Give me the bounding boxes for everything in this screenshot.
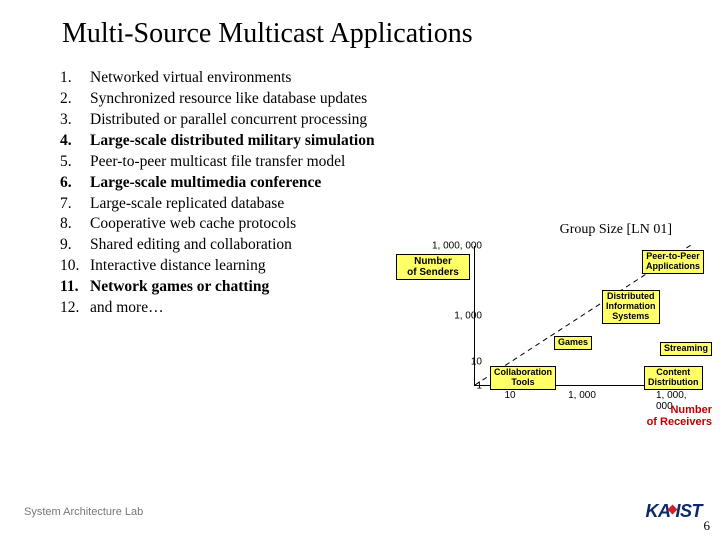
list-item-text: Cooperative web cache protocols	[90, 214, 296, 235]
list-item-number: 1.	[60, 68, 90, 89]
region-p2p: Peer-to-PeerApplications	[642, 250, 704, 274]
page-number: 6	[704, 518, 711, 534]
xtick: 10	[504, 390, 515, 401]
list-item-number: 4.	[60, 131, 90, 152]
list-item: 3.Distributed or parallel concurrent pro…	[60, 110, 720, 131]
ytick: 10	[471, 357, 482, 368]
list-item-number: 12.	[60, 298, 90, 319]
list-item-number: 8.	[60, 214, 90, 235]
list-item-number: 7.	[60, 194, 90, 215]
list-item: 4.Large-scale distributed military simul…	[60, 131, 720, 152]
list-item-text: Networked virtual environments	[90, 68, 291, 89]
ytick: 1, 000, 000	[432, 241, 482, 252]
list-item-text: Network games or chatting	[90, 277, 269, 298]
list-item-text: and more…	[90, 298, 164, 319]
chart-ylabel: Numberof Senders	[396, 254, 470, 280]
list-item-number: 3.	[60, 110, 90, 131]
ytick: 1, 000	[454, 311, 482, 322]
group-size-chart: Group Size [LN 01] Numberof Senders 1, 0…	[404, 222, 704, 452]
slide-title: Multi-Source Multicast Applications	[0, 0, 720, 50]
region-content-dist: ContentDistribution	[644, 366, 703, 390]
xtick: 1, 000	[568, 390, 596, 401]
list-item-text: Large-scale multimedia conference	[90, 173, 321, 194]
ytick: 1	[476, 381, 482, 392]
chart-title: Group Size [LN 01]	[560, 222, 672, 238]
list-item-number: 5.	[60, 152, 90, 173]
list-item-number: 2.	[60, 89, 90, 110]
list-item-text: Synchronized resource like database upda…	[90, 89, 367, 110]
list-item-number: 10.	[60, 256, 90, 277]
list-item: 6.Large-scale multimedia conference	[60, 173, 720, 194]
list-item-number: 6.	[60, 173, 90, 194]
region-dist-info: DistributedInformationSystems	[602, 290, 660, 324]
region-collab: CollaborationTools	[490, 366, 556, 390]
list-item: 1.Networked virtual environments	[60, 68, 720, 89]
list-item-text: Shared editing and collaboration	[90, 235, 292, 256]
list-item-text: Large-scale replicated database	[90, 194, 284, 215]
list-item: 7.Large-scale replicated database	[60, 194, 720, 215]
list-item-number: 9.	[60, 235, 90, 256]
list-item-text: Interactive distance learning	[90, 256, 266, 277]
chart-xlabel: Numberof Receivers	[647, 404, 712, 428]
list-item-text: Distributed or parallel concurrent proce…	[90, 110, 367, 131]
list-item-text: Large-scale distributed military simulat…	[90, 131, 375, 152]
list-item: 2.Synchronized resource like database up…	[60, 89, 720, 110]
footer-lab: System Architecture Lab	[24, 506, 143, 518]
region-streaming: Streaming	[660, 342, 712, 356]
list-item-text: Peer-to-peer multicast file transfer mod…	[90, 152, 345, 173]
kaist-logo: KAIST	[645, 501, 702, 522]
list-item: 5.Peer-to-peer multicast file transfer m…	[60, 152, 720, 173]
list-item-number: 11.	[60, 277, 90, 298]
region-games: Games	[554, 336, 592, 350]
